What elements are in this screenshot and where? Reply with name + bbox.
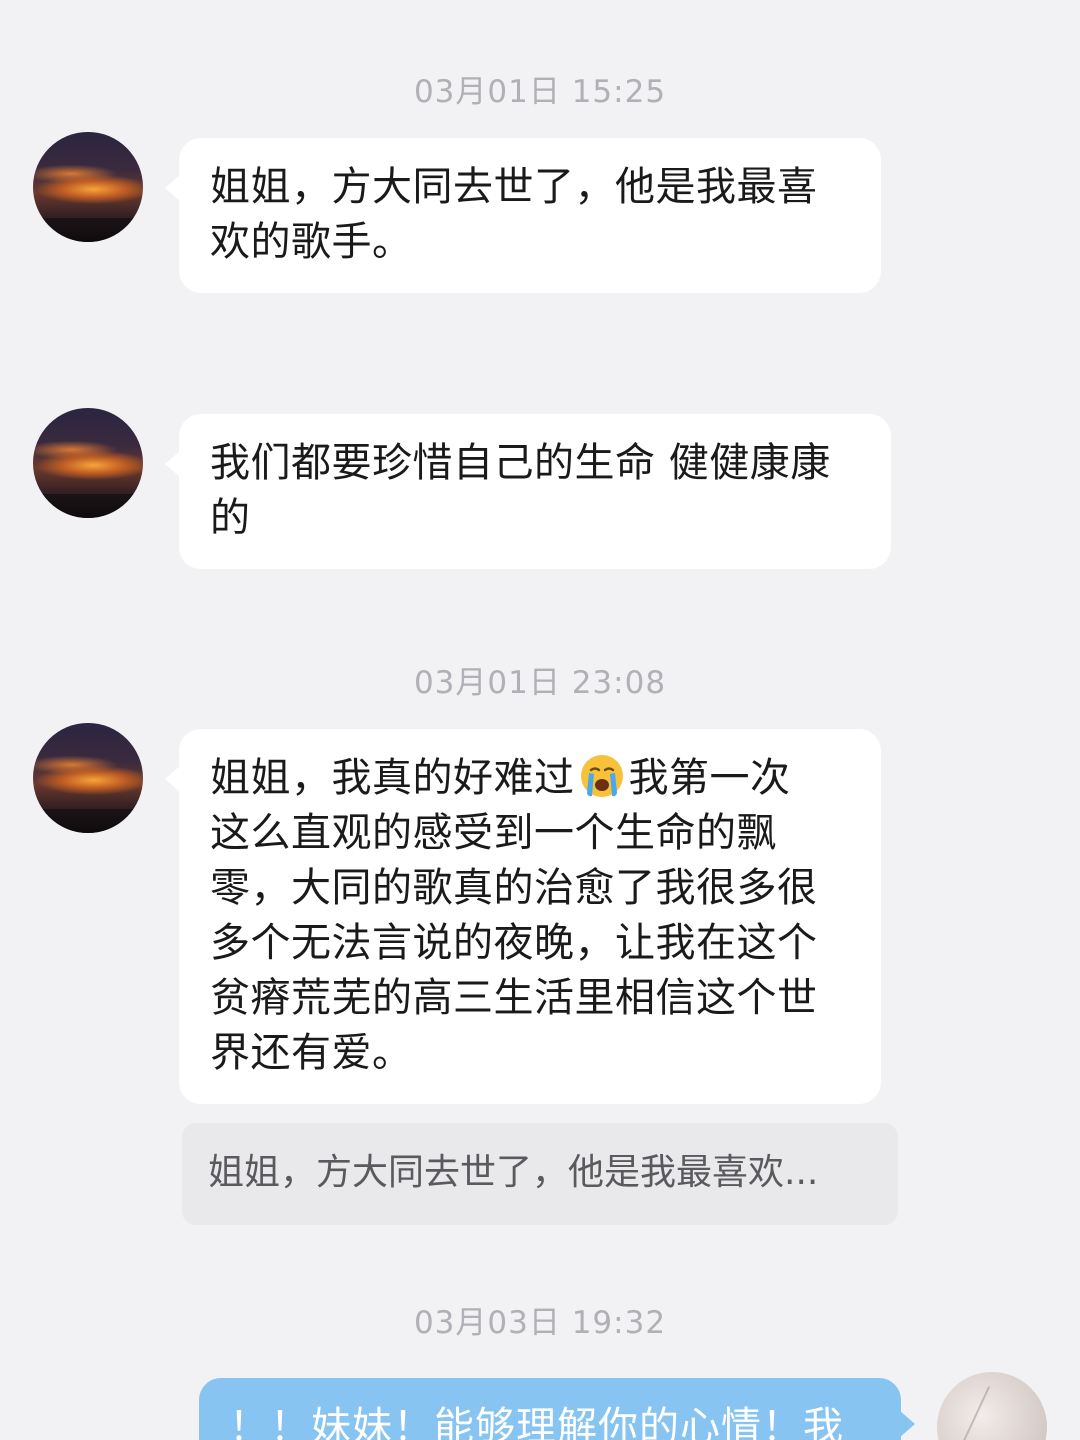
contact-avatar[interactable]: [33, 723, 143, 833]
message-text: 姐姐，我真的好难过: [210, 755, 575, 801]
message-bubble[interactable]: 我们都要珍惜自己的生命 健健康康 的: [165, 414, 891, 569]
message-text: 贫瘠荒芜的高三生活里相信这个世: [210, 975, 818, 1021]
message-text: 多个无法言说的夜晚，让我在这个: [210, 920, 818, 966]
message-text: 欢的歌手。: [210, 219, 413, 265]
outgoing-message-bubble[interactable]: ！！妹妹！能够理解你的心情！我: [199, 1378, 915, 1440]
contact-avatar[interactable]: [33, 132, 143, 242]
message-text: 界还有爱。: [210, 1030, 413, 1076]
crying-face-icon: [580, 755, 623, 797]
message-text: 我第一次: [628, 755, 791, 801]
timestamp: 03月03日 19:32: [413, 1305, 667, 1341]
message-bubble[interactable]: 姐姐，方大同去世了，他是我最喜 欢的歌手。: [165, 138, 881, 293]
message-text: 的: [210, 495, 251, 541]
user-avatar[interactable]: [937, 1372, 1047, 1440]
message-text: ！！妹妹！能够理解你的心情！我: [229, 1404, 844, 1440]
message-text: 我们都要珍惜自己的生命 健健康康: [210, 440, 831, 486]
message-line: 姐姐，我真的好难过 我第一次: [210, 751, 851, 806]
chat-thread[interactable]: 03月01日 15:25 姐姐，方大同去世了，他是我最喜 欢的歌手。 我们都要珍…: [0, 0, 1080, 1440]
message-text: 姐姐，方大同去世了，他是我最喜: [210, 164, 818, 210]
message-bubble[interactable]: 姐姐，我真的好难过 我第一次 这么直观的感受到一个生命的飘 零，大同的歌真的治愈…: [165, 729, 881, 1104]
contact-avatar[interactable]: [33, 408, 143, 518]
quoted-message[interactable]: 姐姐，方大同去世了，他是我最喜欢...: [182, 1123, 898, 1225]
timestamp: 03月01日 23:08: [413, 665, 667, 701]
message-text: 这么直观的感受到一个生命的飘: [210, 810, 777, 856]
message-text: 零，大同的歌真的治愈了我很多很: [210, 865, 818, 911]
timestamp: 03月01日 15:25: [413, 74, 667, 110]
